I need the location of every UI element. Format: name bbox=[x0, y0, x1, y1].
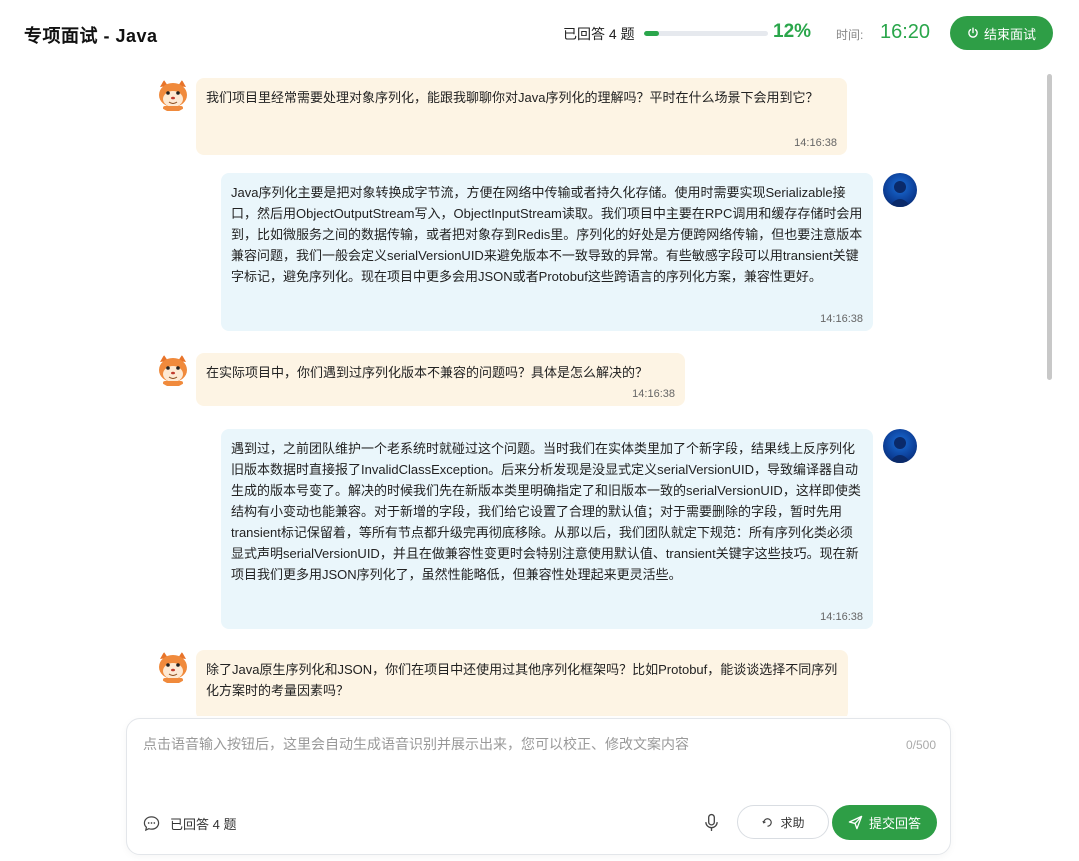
time-label: 时间: bbox=[836, 28, 864, 42]
user-avatar bbox=[883, 429, 917, 463]
answer-input[interactable] bbox=[143, 734, 863, 794]
interviewer-avatar bbox=[156, 353, 190, 387]
message-text: 遇到过，之前团队维护一个老系统时就碰过这个问题。当时我们在实体类里加了个新字段，… bbox=[231, 441, 861, 582]
message-timestamp: 14:16:38 bbox=[632, 388, 675, 400]
power-icon bbox=[968, 27, 978, 38]
progress-bar bbox=[644, 31, 768, 36]
page-title: 专项面试 - Java bbox=[24, 26, 158, 46]
end-interview-label: 结束面试 bbox=[983, 26, 1036, 42]
message-bubble-user: 遇到过，之前团队维护一个老系统时就碰过这个问题。当时我们在实体类里加了个新字段，… bbox=[221, 429, 873, 629]
submit-answer-button[interactable]: 提交回答 bbox=[832, 805, 937, 840]
progress-percent: 12% bbox=[773, 21, 812, 42]
message-timestamp: 14:16:38 bbox=[820, 313, 863, 325]
answer-composer: 0/500 已回答 4 题 求助 提交回答 bbox=[126, 718, 951, 855]
message-bubble-ai: 我们项目里经常需要处理对象序列化，能跟我聊聊你对Java序列化的理解吗？平时在什… bbox=[196, 78, 847, 155]
help-label: 求助 bbox=[780, 815, 805, 830]
message-text: 在实际项目中，你们遇到过序列化版本不兼容的问题吗？具体是怎么解决的？ bbox=[206, 365, 649, 380]
message-text: 我们项目里经常需要处理对象序列化，能跟我聊聊你对Java序列化的理解吗？平时在什… bbox=[206, 90, 819, 105]
progress-fill bbox=[644, 31, 659, 36]
message-text: Java序列化主要是把对象转换成字节流，方便在网络中传输或者持久化存储。使用时需… bbox=[231, 185, 863, 284]
message-timestamp: 14:16:38 bbox=[820, 611, 863, 623]
composer-status: 已回答 4 题 bbox=[143, 814, 236, 833]
user-avatar bbox=[883, 173, 917, 207]
answered-count: 已回答 4 题 bbox=[563, 26, 635, 42]
end-interview-button[interactable]: 结束面试 bbox=[950, 16, 1053, 50]
help-button[interactable]: 求助 bbox=[737, 805, 829, 839]
submit-answer-label: 提交回答 bbox=[868, 816, 921, 831]
voice-input-button[interactable] bbox=[701, 811, 721, 835]
interviewer-avatar bbox=[156, 650, 190, 684]
interviewer-avatar bbox=[156, 78, 190, 112]
char-counter: 0/500 bbox=[905, 738, 936, 752]
message-text: 除了Java原生序列化和JSON，你们在项目中还使用过其他序列化框架吗？比如Pr… bbox=[206, 662, 838, 698]
help-icon bbox=[762, 817, 773, 827]
chat-area[interactable]: 我们项目里经常需要处理对象序列化，能跟我聊聊你对Java序列化的理解吗？平时在什… bbox=[0, 66, 1079, 716]
composer-status-label: 已回答 4 题 bbox=[170, 817, 237, 832]
message-timestamp: 14:16:38 bbox=[794, 137, 837, 149]
microphone-icon bbox=[704, 813, 718, 831]
send-icon bbox=[848, 815, 863, 830]
message-bubble-ai: 在实际项目中，你们遇到过序列化版本不兼容的问题吗？具体是怎么解决的？ 14:16… bbox=[196, 353, 685, 406]
chat-scrollbar[interactable] bbox=[1047, 74, 1052, 380]
top-bar: 专项面试 - Java 已回答 4 题 12% 时间: 16:20 结束面试 bbox=[0, 0, 1079, 66]
timer-value: 16:20 bbox=[880, 21, 931, 43]
message-bubble-user: Java序列化主要是把对象转换成字节流，方便在网络中传输或者持久化存储。使用时需… bbox=[221, 173, 873, 331]
message-bubble-ai: 除了Java原生序列化和JSON，你们在项目中还使用过其他序列化框架吗？比如Pr… bbox=[196, 650, 848, 716]
chat-bubble-icon bbox=[143, 816, 160, 832]
